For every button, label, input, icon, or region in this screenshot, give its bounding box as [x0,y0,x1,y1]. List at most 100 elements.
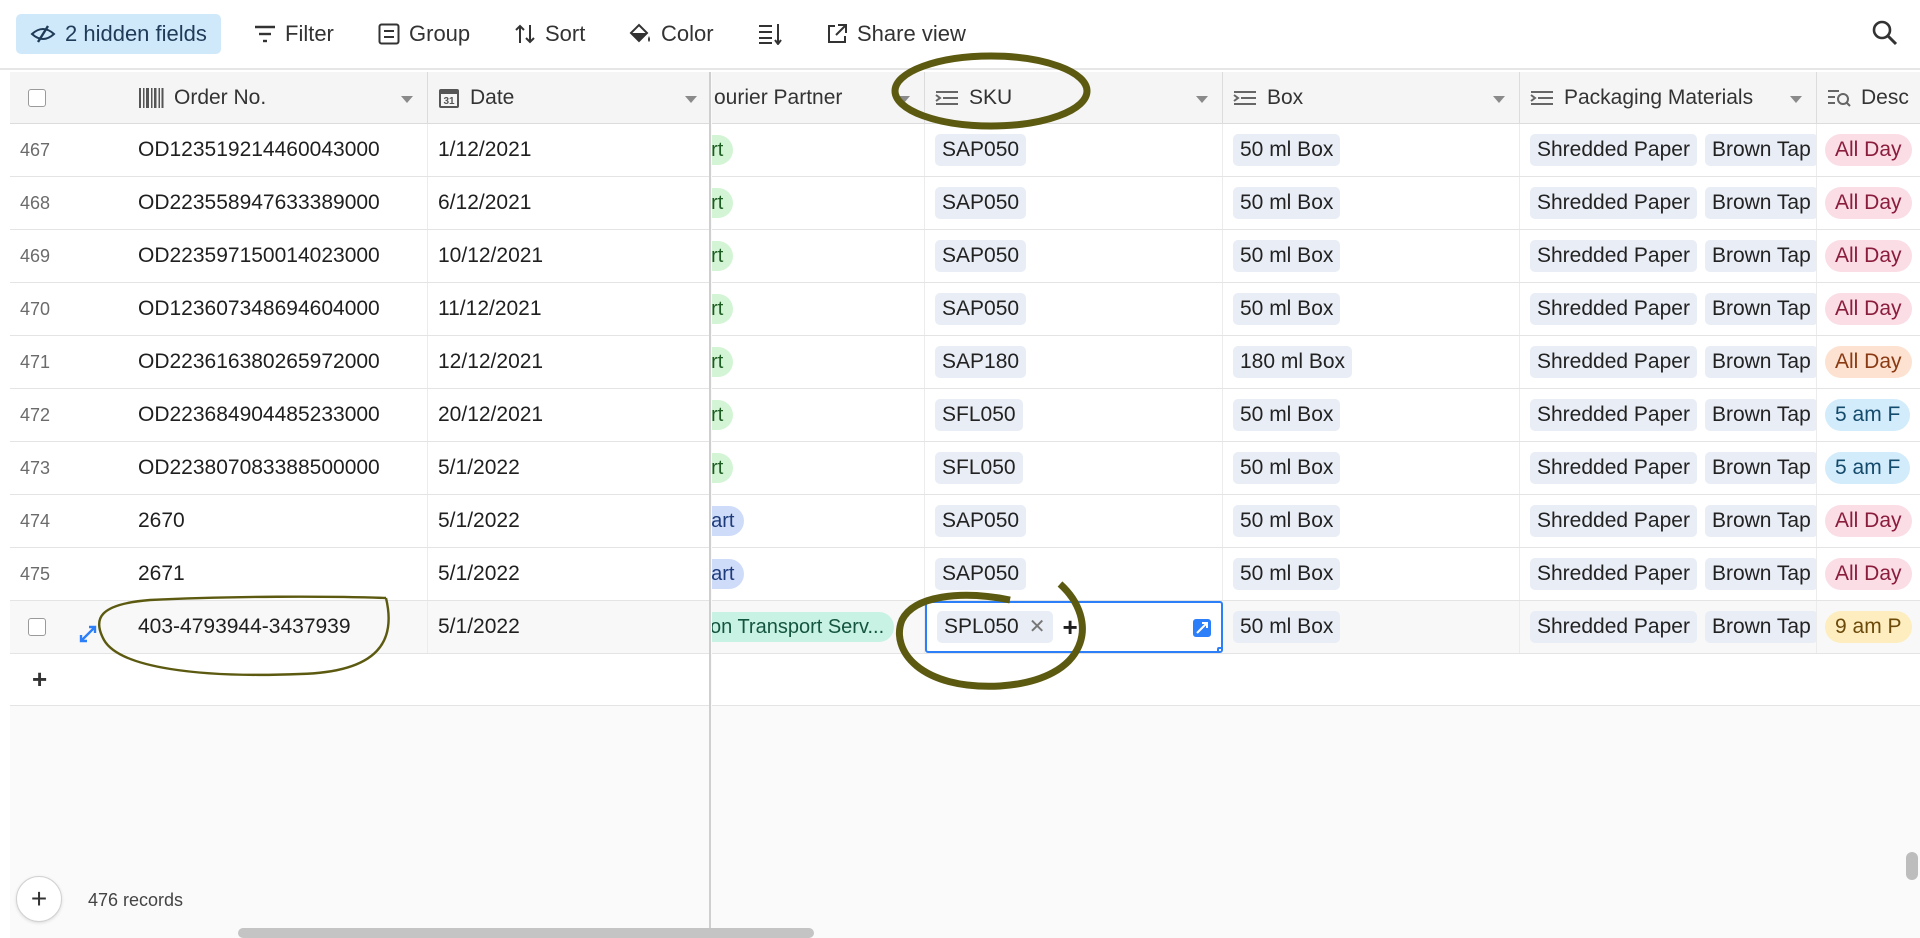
sku-cell[interactable]: SFL050 [925,442,1223,494]
courier-partner-cell[interactable]: art [712,336,925,388]
order-no-cell[interactable]: OD223558947633389000 [128,177,428,229]
row-height-button[interactable] [744,14,796,54]
group-button[interactable]: Group [364,14,484,54]
packaging-cell[interactable]: Shredded Paper Brown Tap [1520,389,1817,441]
column-header-courier-partner[interactable]: ourier Partner [712,72,925,124]
description-cell[interactable]: 9 am P [1817,601,1920,653]
courier-partner-cell[interactable]: dart [712,548,925,600]
table-row[interactable]: art SAP050 50 ml Box Shredded Paper Brow… [712,283,1920,336]
chevron-down-icon[interactable] [1790,96,1802,103]
date-cell[interactable]: 10/12/2021 [428,230,709,282]
table-row[interactable]: art SAP050 50 ml Box Shredded Paper Brow… [712,230,1920,283]
table-row[interactable]: 470 OD123607348694604000 11/12/2021 [10,283,709,336]
column-header-sku[interactable]: SKU [925,72,1223,124]
chevron-down-icon[interactable] [401,96,413,103]
courier-partner-cell[interactable]: art [712,283,925,335]
order-no-cell[interactable]: OD223807083388500000 [128,442,428,494]
order-no-cell[interactable]: OD123607348694604000 [128,283,428,335]
description-cell[interactable]: All Day [1817,230,1920,282]
horizontal-scrollbar[interactable] [238,928,814,938]
description-cell[interactable]: All Day [1817,336,1920,388]
packaging-cell[interactable]: Shredded Paper Brown Tap [1520,336,1817,388]
box-cell[interactable]: 180 ml Box [1223,336,1520,388]
date-cell[interactable]: 5/1/2022 [428,548,709,600]
hidden-fields-button[interactable]: 2 hidden fields [16,14,221,54]
column-header-description[interactable]: Desc [1817,72,1920,124]
chevron-down-icon[interactable] [1196,96,1208,103]
box-cell[interactable]: 50 ml Box [1223,442,1520,494]
table-row[interactable]: art SFL050 50 ml Box Shredded Paper Brow… [712,442,1920,495]
table-row[interactable]: art SAP180 180 ml Box Shredded Paper Bro… [712,336,1920,389]
filter-button[interactable]: Filter [240,14,348,54]
table-row[interactable]: 468 OD223558947633389000 6/12/2021 [10,177,709,230]
box-cell[interactable]: 50 ml Box [1223,601,1520,653]
courier-partner-cell[interactable]: art [712,230,925,282]
table-row[interactable]: art SFL050 50 ml Box Shredded Paper Brow… [712,389,1920,442]
sku-cell[interactable]: SAP050 [925,230,1223,282]
description-cell[interactable]: All Day [1817,283,1920,335]
box-cell[interactable]: 50 ml Box [1223,389,1520,441]
courier-partner-cell[interactable]: art [712,124,925,176]
courier-partner-cell[interactable]: art [712,442,925,494]
description-cell[interactable]: 5 am F [1817,442,1920,494]
description-cell[interactable]: 5 am F [1817,389,1920,441]
chevron-down-icon[interactable] [685,96,697,103]
packaging-cell[interactable]: Shredded Paper Brown Tap [1520,495,1817,547]
column-header-order-no[interactable]: Order No. [128,72,428,124]
share-view-button[interactable]: Share view [812,14,980,54]
description-cell[interactable]: All Day [1817,548,1920,600]
sku-cell[interactable]: SAP180 [925,336,1223,388]
table-row[interactable]: 475 2671 5/1/2022 [10,548,709,601]
date-cell[interactable]: 1/12/2021 [428,124,709,176]
date-cell[interactable]: 5/1/2022 [428,442,709,494]
table-row[interactable]: 471 OD223616380265972000 12/12/2021 [10,336,709,389]
order-no-cell[interactable]: OD223597150014023000 [128,230,428,282]
description-cell[interactable]: All Day [1817,495,1920,547]
box-cell[interactable]: 50 ml Box [1223,495,1520,547]
box-cell[interactable]: 50 ml Box [1223,177,1520,229]
chevron-down-icon[interactable] [898,96,910,103]
color-button[interactable]: Color [614,14,728,54]
courier-partner-cell[interactable]: art [712,177,925,229]
box-cell[interactable]: 50 ml Box [1223,548,1520,600]
table-row[interactable]: 403-4793944-3437939 5/1/2022 [10,601,709,654]
courier-partner-cell[interactable]: zon Transport Serv... [712,601,925,653]
expand-icon[interactable] [1193,619,1211,637]
packaging-cell[interactable]: Shredded Paper Brown Tap [1520,230,1817,282]
packaging-cell[interactable]: Shredded Paper Brown Tap [1520,601,1817,653]
sku-pill[interactable]: SPL050 ✕ [937,611,1053,643]
plus-icon[interactable]: + [32,664,47,695]
sku-cell[interactable]: SAP050 [925,177,1223,229]
chevron-down-icon[interactable] [1493,96,1505,103]
column-header-date[interactable]: 31 Date [428,72,709,124]
order-no-cell[interactable]: 2670 [128,495,428,547]
sku-cell[interactable]: SFL050 [925,389,1223,441]
date-cell[interactable]: 5/1/2022 [428,495,709,547]
sku-cell[interactable]: SAP050 [925,124,1223,176]
order-no-cell[interactable]: OD223616380265972000 [128,336,428,388]
table-row[interactable]: zon Transport Serv... SPL050 ✕ + 50 ml B… [712,601,1920,654]
order-no-cell[interactable]: OD123519214460043000 [128,124,428,176]
add-record-button[interactable]: + [16,876,62,922]
add-row[interactable]: + [10,654,709,706]
table-row[interactable]: art SAP050 50 ml Box Shredded Paper Brow… [712,124,1920,177]
packaging-cell[interactable]: Shredded Paper Brown Tap [1520,283,1817,335]
packaging-cell[interactable]: Shredded Paper Brown Tap [1520,124,1817,176]
description-cell[interactable]: All Day [1817,177,1920,229]
search-button[interactable] [1872,20,1898,51]
expand-record-icon[interactable] [78,624,98,644]
sku-cell[interactable]: SAP050 [925,283,1223,335]
packaging-cell[interactable]: Shredded Paper Brown Tap [1520,442,1817,494]
box-cell[interactable]: 50 ml Box [1223,283,1520,335]
sort-button[interactable]: Sort [500,14,599,54]
table-row[interactable]: dart SAP050 50 ml Box Shredded Paper Bro… [712,548,1920,601]
date-cell[interactable]: 6/12/2021 [428,177,709,229]
row-checkbox[interactable] [28,618,46,636]
packaging-cell[interactable]: Shredded Paper Brown Tap [1520,548,1817,600]
order-no-cell[interactable]: 2671 [128,548,428,600]
table-row[interactable]: 469 OD223597150014023000 10/12/2021 [10,230,709,283]
vertical-scrollbar[interactable] [1906,852,1918,880]
table-row[interactable]: 474 2670 5/1/2022 [10,495,709,548]
date-cell[interactable]: 20/12/2021 [428,389,709,441]
box-cell[interactable]: 50 ml Box [1223,230,1520,282]
